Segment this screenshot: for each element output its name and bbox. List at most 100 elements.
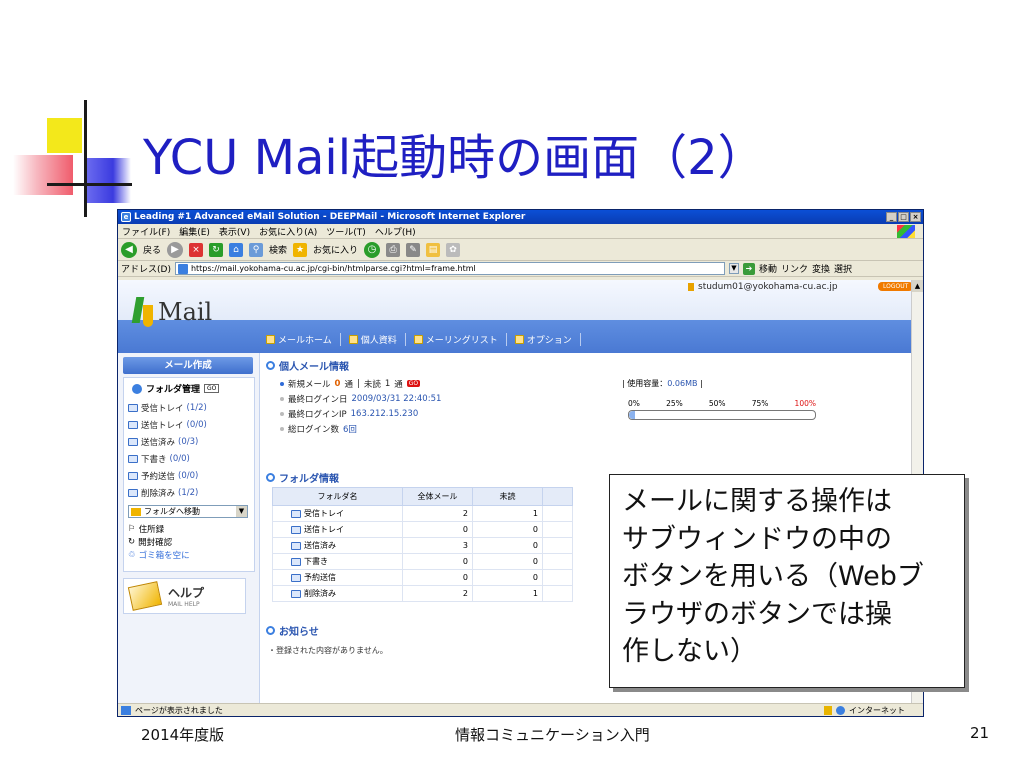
folder-move-select[interactable]: フォルダへ移動 ▼ — [128, 505, 248, 518]
folder-manage-go-button[interactable]: GO — [204, 384, 220, 393]
row-folder-name: 送信済み — [304, 541, 336, 550]
usage-tick: 25% — [666, 399, 683, 408]
sidebar-folder-deleted[interactable]: 削除済み (1/2) — [124, 484, 254, 501]
help-button[interactable]: ヘルプ MAIL HELP — [123, 578, 246, 614]
unread-go-badge[interactable]: GO — [406, 380, 421, 387]
search-label[interactable]: 検索 — [269, 243, 287, 256]
tab-mailing-list[interactable]: メーリングリスト — [406, 332, 507, 346]
row-folder-name: 受信トレイ — [304, 509, 344, 518]
bullet-icon — [280, 396, 284, 401]
login-count-row: 総ログイン数 6回 — [266, 421, 906, 436]
address-dropdown-icon[interactable]: ▼ — [728, 263, 739, 274]
compose-button[interactable]: メール作成 — [123, 357, 253, 374]
column-header-total: 全体メール — [402, 487, 473, 506]
new-mail-unit: 通 — [344, 379, 353, 390]
logout-button[interactable]: LOGOUT — [878, 282, 913, 291]
callout-line: サブウィンドウの中の — [622, 523, 892, 555]
new-mail-label: 新規メール — [288, 379, 331, 390]
help-book-icon — [127, 581, 163, 611]
sidebar-folder-drafts[interactable]: 下書き (0/0) — [124, 450, 254, 467]
minimize-button[interactable]: _ — [886, 212, 897, 222]
print-icon[interactable]: ⎙ — [386, 242, 401, 257]
refresh-icon[interactable]: ↻ — [209, 242, 224, 257]
mail-sidebar: メール作成 フォルダ管理 GO 受信トレイ (1/2) 送信トレイ (0/0) 送信… — [118, 353, 260, 706]
go-arrow-icon[interactable]: ➔ — [742, 262, 755, 275]
folder-icon — [128, 420, 138, 429]
menu-favorites[interactable]: お気に入り(A) — [259, 225, 317, 238]
messenger-icon[interactable]: ✿ — [446, 242, 461, 257]
chevron-down-icon: ▼ — [236, 506, 247, 517]
favorites-label[interactable]: お気に入り — [313, 243, 358, 256]
menu-help[interactable]: ヘルプ(H) — [375, 225, 416, 238]
mailing-list-icon — [413, 334, 423, 344]
menu-view[interactable]: 表示(V) — [219, 225, 250, 238]
menu-edit[interactable]: 編集(E) — [179, 225, 210, 238]
home-icon[interactable]: ⌂ — [229, 242, 244, 257]
slide-deco-red-gradient — [13, 155, 73, 195]
search-icon[interactable]: ⚲ — [249, 242, 264, 257]
sidebar-folder-inbox[interactable]: 受信トレイ (1/2) — [124, 399, 254, 416]
row-folder-name: 削除済み — [304, 589, 336, 598]
tab-personal-data[interactable]: 個人資料 — [341, 332, 406, 346]
section-icon — [266, 361, 275, 370]
separator: | — [356, 378, 360, 389]
notice-header: お知らせ — [266, 623, 319, 638]
address-input[interactable]: https://mail.yokohama-cu.ac.jp/cgi-bin/h… — [174, 262, 725, 275]
menu-tools[interactable]: ツール(T) — [326, 225, 366, 238]
empty-trash-link[interactable]: ♲ ゴミ箱を空に — [124, 548, 254, 561]
folder-icon[interactable]: ▤ — [426, 242, 441, 257]
usage-panel: | 使用容量：0.06MB | 0% 25% 50% 75% 100% — [622, 378, 832, 420]
links-button[interactable]: リンク — [781, 262, 808, 275]
sidebar-folder-sent[interactable]: 送信済み (0/3) — [124, 433, 254, 450]
folder-icon — [131, 507, 141, 516]
select-button[interactable]: 選択 — [834, 262, 852, 275]
logo-text: Mail — [158, 298, 213, 326]
favorites-star-icon[interactable]: ★ — [293, 242, 308, 257]
last-ip-value: 163.212.15.230 — [350, 408, 419, 419]
person-icon — [348, 334, 358, 344]
back-icon[interactable]: ◀ — [121, 241, 137, 258]
last-login-value: 2009/03/31 22:40:51 — [351, 393, 442, 404]
scroll-up-icon[interactable]: ▲ — [912, 280, 923, 292]
usage-scale: 0% 25% 50% 75% 100% — [622, 399, 822, 408]
tab-options[interactable]: オプション — [507, 332, 581, 346]
folder-label: 送信トレイ — [141, 420, 184, 431]
folder-icon — [291, 509, 301, 518]
stop-icon[interactable]: × — [189, 242, 204, 257]
sidebar-folder-outbox[interactable]: 送信トレイ (0/0) — [124, 416, 254, 433]
row-folder-name: 予約送信 — [304, 573, 336, 582]
sidebar-folder-scheduled[interactable]: 予約送信 (0/0) — [124, 467, 254, 484]
folder-count: (0/3) — [178, 436, 199, 447]
menu-file[interactable]: ファイル(F) — [122, 225, 170, 238]
edit-icon[interactable]: ✎ — [406, 242, 421, 257]
row-total: 0 — [402, 569, 473, 586]
history-icon[interactable]: ◷ — [364, 241, 381, 258]
table-row[interactable]: 下書き 0 0 — [272, 553, 573, 570]
close-button[interactable]: × — [910, 212, 921, 222]
table-row[interactable]: 削除済み 2 1 — [272, 585, 573, 602]
user-email: studum01@yokohama-cu.ac.jp — [698, 282, 838, 292]
table-row[interactable]: 送信済み 3 0 — [272, 537, 573, 554]
section-icon — [266, 473, 275, 482]
address-book-link[interactable]: ⚐ 住所録 — [124, 522, 254, 535]
table-row[interactable]: 送信トレイ 0 0 — [272, 521, 573, 538]
usage-sep-left: | — [622, 379, 625, 388]
go-button[interactable]: 移動 — [759, 262, 777, 275]
forward-icon[interactable]: ▶ — [167, 241, 184, 258]
back-label[interactable]: 戻る — [143, 243, 161, 256]
maximize-button[interactable]: □ — [898, 212, 909, 222]
column-header-unread: 未読 — [472, 487, 543, 506]
unread-count[interactable]: 1 — [385, 379, 390, 389]
tab-mail-home[interactable]: メールホーム — [258, 332, 341, 346]
bullet-icon — [280, 381, 284, 386]
read-check-link[interactable]: ↻ 開封確認 — [124, 535, 254, 548]
table-row[interactable]: 受信トレイ 2 1 — [272, 505, 573, 522]
convert-button[interactable]: 変換 — [812, 262, 830, 275]
row-folder-name: 送信トレイ — [304, 525, 344, 534]
table-row[interactable]: 予約送信 0 0 — [272, 569, 573, 586]
address-label: アドレス(D) — [121, 265, 171, 275]
zone-label: インターネット — [849, 705, 905, 715]
new-mail-count[interactable]: 0 — [335, 379, 341, 389]
page-icon — [177, 263, 188, 274]
folder-icon — [291, 589, 301, 598]
